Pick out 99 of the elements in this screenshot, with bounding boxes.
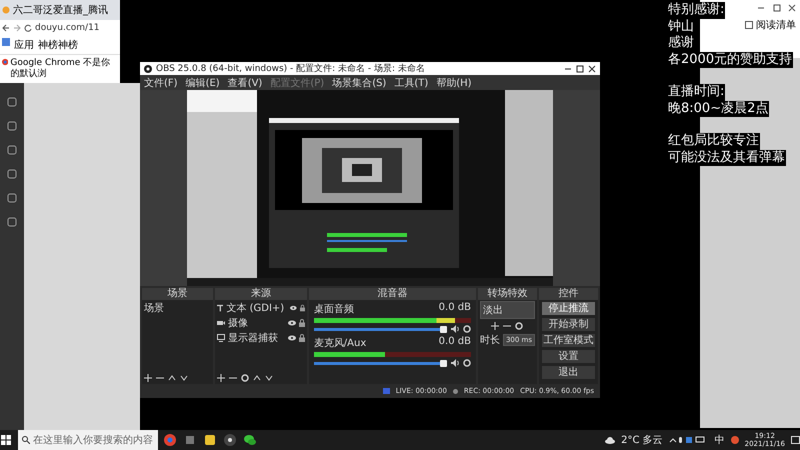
lock-icon[interactable] xyxy=(298,334,305,342)
search-placeholder: 在这里输入你要搜索的内容 xyxy=(33,434,153,447)
maximize-icon[interactable] xyxy=(576,64,584,72)
source-item[interactable]: 摄像 xyxy=(216,316,305,330)
transition-select[interactable]: 淡出 xyxy=(480,301,536,319)
down-icon[interactable] xyxy=(264,374,273,382)
down-icon[interactable] xyxy=(180,374,188,382)
reading-list-link[interactable]: 阅读清单 xyxy=(756,18,796,32)
bookmark-link[interactable]: 神榜神榜 xyxy=(38,38,78,52)
overlay-text: 直播时间: xyxy=(668,84,726,100)
app-icon[interactable] xyxy=(204,434,216,446)
search-field[interactable]: 在这里输入你要搜索的内容 xyxy=(18,430,158,450)
list-icon[interactable] xyxy=(745,21,753,29)
lock-icon[interactable] xyxy=(300,304,305,312)
monitor-icon xyxy=(216,334,225,342)
scene-item[interactable]: 场景 xyxy=(144,301,211,315)
dock-title: 场景 xyxy=(142,288,213,300)
window-controls-icon[interactable] xyxy=(756,4,796,12)
overlay-text: 可能没法及其看弹幕 xyxy=(668,150,786,166)
control-button[interactable]: 开始录制 xyxy=(541,317,596,332)
reload-icon[interactable] xyxy=(24,24,32,32)
chrome-icon xyxy=(2,58,8,66)
menu-item[interactable]: 场景集合(S) xyxy=(332,76,386,90)
window-title: OBS 25.0.8 (64-bit, windows) - 配置文件: 未命名 - 场景: 未命名 xyxy=(156,62,425,75)
menu-item[interactable]: 查看(V) xyxy=(228,76,262,90)
eye-icon[interactable] xyxy=(288,335,296,341)
overlay-text: 特别感谢: xyxy=(668,2,726,18)
add-icon[interactable] xyxy=(491,322,500,330)
app-icon[interactable] xyxy=(730,436,739,444)
channel-reading: 0.0 dB xyxy=(438,302,471,315)
settings-icon[interactable] xyxy=(462,325,471,333)
menu-item[interactable]: 工具(T) xyxy=(394,76,428,90)
source-label: 摄像 xyxy=(228,317,248,330)
menu-item[interactable]: 编辑(E) xyxy=(186,76,220,90)
browser-tab[interactable]: 六二哥泛爱直播_腾讯 xyxy=(0,0,120,20)
back-icon[interactable] xyxy=(2,24,10,32)
settings-icon[interactable] xyxy=(240,374,249,382)
nav-icon[interactable] xyxy=(7,97,17,107)
duration-label: 时长 xyxy=(480,334,500,347)
live-icon xyxy=(382,388,390,394)
channel-reading: 0.0 dB xyxy=(438,336,471,349)
close-icon[interactable] xyxy=(588,64,596,72)
address-field[interactable]: douyu.com/11 xyxy=(35,23,100,33)
dock-title: 控件 xyxy=(539,288,598,300)
browser-icon[interactable] xyxy=(164,434,176,446)
windows-icon[interactable] xyxy=(0,435,12,445)
bookmark-link[interactable]: 应用 xyxy=(14,38,34,52)
search-icon xyxy=(22,436,30,444)
menu-item[interactable]: 文件(F) xyxy=(144,76,178,90)
fader-thumb[interactable] xyxy=(440,326,447,332)
eye-icon[interactable] xyxy=(290,305,297,311)
camera-icon xyxy=(216,319,225,327)
add-icon[interactable] xyxy=(144,374,152,382)
nav-icon[interactable] xyxy=(7,217,17,227)
nav-icon[interactable] xyxy=(7,145,17,155)
channel-name: 麦克风/Aux xyxy=(314,336,366,350)
infobar-message: Google Chrome 不是你的默认浏 xyxy=(10,58,112,80)
speaker-icon[interactable] xyxy=(450,325,460,333)
input-method[interactable]: 中 xyxy=(714,433,725,447)
eye-icon[interactable] xyxy=(288,320,296,326)
lock-icon[interactable] xyxy=(298,319,305,327)
nav-icon[interactable] xyxy=(7,193,17,203)
source-item[interactable]: 显示器捕获 xyxy=(216,331,305,345)
overlay-text: 各2000元的赞助支持 xyxy=(668,52,794,68)
control-button[interactable]: 工作室模式 xyxy=(541,333,596,348)
add-icon[interactable] xyxy=(216,374,225,382)
dock-title: 混音器 xyxy=(308,288,476,300)
control-button[interactable]: 停止推流 xyxy=(541,301,596,316)
nav-icon[interactable] xyxy=(7,121,17,131)
rec-icon xyxy=(452,388,458,394)
overlay-text: 晚8:00~凌晨2点 xyxy=(668,100,770,117)
dock-title: 转场特效 xyxy=(478,288,538,300)
obs-logo-icon[interactable] xyxy=(224,434,236,446)
up-icon[interactable] xyxy=(252,374,261,382)
nav-icon[interactable] xyxy=(7,169,17,179)
fader-thumb[interactable] xyxy=(440,360,447,366)
notification-icon[interactable] xyxy=(791,436,800,444)
obs-logo-icon xyxy=(144,64,152,72)
chat-icon[interactable] xyxy=(244,434,256,446)
text-icon xyxy=(216,304,224,312)
control-button[interactable]: 退出 xyxy=(541,365,596,380)
channel-name: 桌面音频 xyxy=(314,302,354,316)
dock-title: 来源 xyxy=(214,288,307,300)
fader-track[interactable] xyxy=(314,362,444,364)
settings-icon[interactable] xyxy=(462,359,471,367)
fader-track[interactable] xyxy=(314,328,444,330)
weather-text: 2°C 多云 xyxy=(621,434,663,447)
source-label: 显示器捕获 xyxy=(228,332,278,345)
overlay-text: 红包局比较专注 xyxy=(668,133,760,150)
overlay-text: 钟山 xyxy=(668,18,695,35)
source-item[interactable]: 文本 (GDI+) xyxy=(216,301,305,315)
menu-item[interactable]: 帮助(H) xyxy=(436,76,472,90)
settings-icon[interactable] xyxy=(515,322,524,330)
page-icon xyxy=(2,6,10,14)
control-button[interactable]: 设置 xyxy=(541,349,596,364)
source-label: 文本 (GDI+) xyxy=(226,302,284,315)
up-icon[interactable] xyxy=(168,374,176,382)
cloud-icon xyxy=(605,436,616,444)
speaker-icon[interactable] xyxy=(450,359,460,367)
